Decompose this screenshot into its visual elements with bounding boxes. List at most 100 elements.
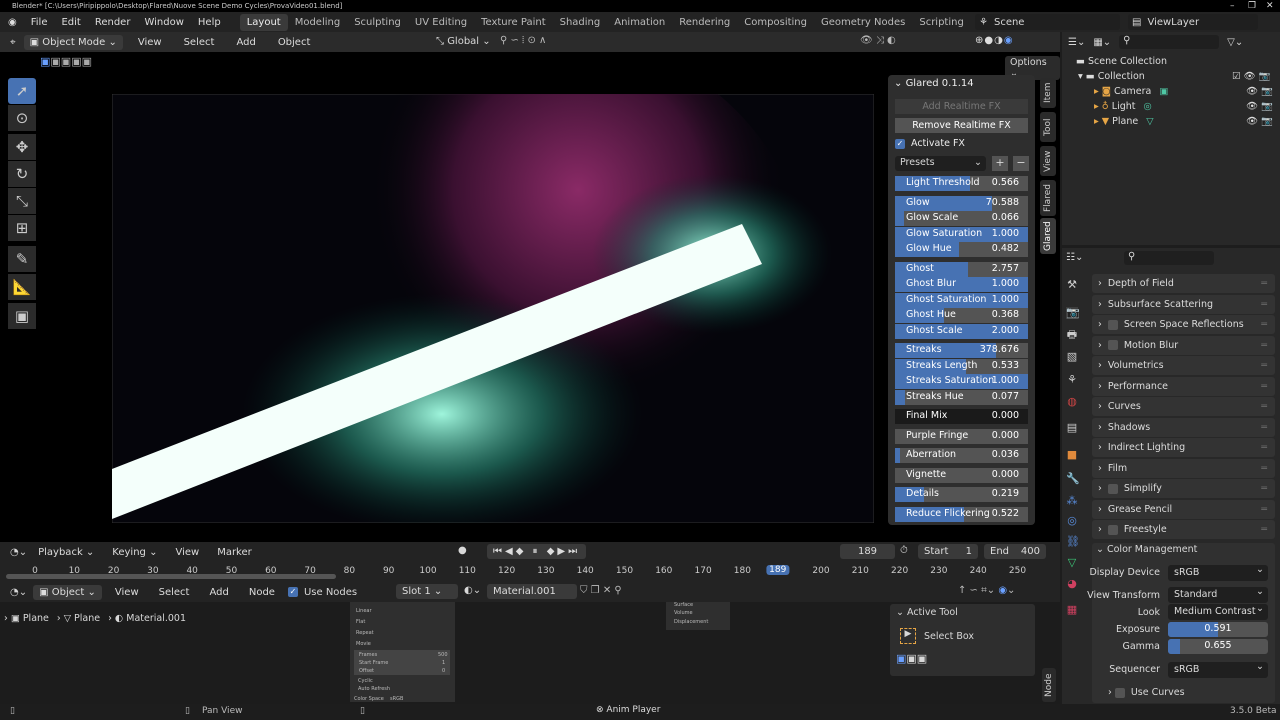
selection-mode-icons[interactable]: ▣▣▣▣▣ xyxy=(40,55,108,69)
node-editor-tools-icons[interactable]: ↑ ∽ ⌗⌄ ◉⌄ xyxy=(958,585,1015,596)
output-icon[interactable]: 🖶 xyxy=(1066,329,1078,341)
tab-node[interactable]: Node xyxy=(1042,668,1056,702)
slider-ghost[interactable]: Ghost 2.757 xyxy=(895,261,1028,277)
render-icon[interactable]: 📷 xyxy=(1066,307,1080,319)
drag-handle-icon[interactable]: ═ xyxy=(1261,483,1267,494)
slider-glow-scale[interactable]: Glow Scale 0.066 xyxy=(895,211,1028,226)
blender-logo-icon[interactable]: ◉ xyxy=(0,17,24,28)
panel-grease-pencil[interactable]: › Grease Pencil ═ xyxy=(1092,499,1275,519)
menu-node[interactable]: Node xyxy=(242,587,282,598)
drag-handle-icon[interactable]: ═ xyxy=(1261,340,1267,351)
annotate-icon[interactable]: ✎ xyxy=(8,246,36,272)
current-frame-indicator[interactable]: 189 xyxy=(766,565,790,575)
panel-freestyle[interactable]: › Freestyle ═ xyxy=(1092,520,1275,539)
slider-streaks-saturation[interactable]: Streaks Saturation 1.000 xyxy=(895,374,1028,389)
object-icon[interactable]: ■ xyxy=(1066,449,1078,461)
slider-vignette[interactable]: Vignette 0.000 xyxy=(895,467,1028,483)
slider-ghost-hue[interactable]: Ghost Hue 0.368 xyxy=(895,308,1028,323)
panel-checkbox[interactable] xyxy=(1107,340,1118,350)
move-icon[interactable]: ✥ xyxy=(8,134,36,160)
start-frame-value[interactable]: 1 xyxy=(442,660,445,666)
display-device-dropdown[interactable]: sRGB xyxy=(1168,564,1268,581)
panel-performance[interactable]: › Performance ═ xyxy=(1092,376,1275,396)
tab-animation[interactable]: Animation xyxy=(607,14,672,31)
minimize-button[interactable]: – xyxy=(1230,0,1235,12)
drag-handle-icon[interactable]: ═ xyxy=(1261,524,1267,535)
slider-ghost-blur[interactable]: Ghost Blur 1.000 xyxy=(895,277,1028,292)
object-type-dropdown[interactable]: ▣ Object ⌄ xyxy=(33,584,102,600)
slider-aberration[interactable]: Aberration 0.036 xyxy=(895,448,1028,463)
drag-handle-icon[interactable]: ═ xyxy=(1261,319,1267,330)
editor-type-icon[interactable]: ◔⌄ xyxy=(10,587,27,598)
end-frame-field[interactable]: End 400 xyxy=(984,544,1046,559)
preset-add-button[interactable]: + xyxy=(992,156,1008,171)
current-frame-field[interactable]: 189 xyxy=(840,544,895,559)
panel-checkbox[interactable] xyxy=(1107,524,1118,535)
color-space-value[interactable]: sRGB xyxy=(390,696,403,702)
outliner-scene-collection[interactable]: ▬ Scene Collection xyxy=(1062,54,1280,69)
outliner-collection[interactable]: ▾ ▬ Collection ☑ 👁 📷 xyxy=(1062,69,1280,84)
shader-editor[interactable]: ◔⌄ ▣ Object ⌄ View Select Add Node ✓ Use … xyxy=(0,582,1060,704)
panel-film[interactable]: › Film ═ xyxy=(1092,458,1275,478)
editor-type-icon[interactable]: ☷⌄ xyxy=(1066,252,1083,263)
view-layer-selector[interactable]: ▤ ViewLayer xyxy=(1128,14,1258,30)
look-dropdown[interactable]: Medium Contrast xyxy=(1168,603,1268,620)
world-icon[interactable]: ◍ xyxy=(1066,396,1078,408)
menu-help[interactable]: Help xyxy=(191,17,228,28)
select-box-icon[interactable]: ➚ xyxy=(8,78,36,104)
slider-glow-hue[interactable]: Glow Hue 0.482 xyxy=(895,242,1028,257)
visibility-icons[interactable]: 👁 📷 xyxy=(1246,86,1273,97)
drag-handle-icon[interactable]: ═ xyxy=(1261,442,1267,453)
slider-purple-fringe[interactable]: Purple Fringe 0.000 xyxy=(895,428,1028,444)
slider-glow[interactable]: Glow 70.588 xyxy=(895,195,1028,211)
material-output-node[interactable]: Surface Volume Displacement xyxy=(666,602,730,630)
panel-checkbox[interactable] xyxy=(1107,483,1118,494)
color-management-header[interactable]: ⌄ Color Management xyxy=(1096,544,1197,555)
drag-handle-icon[interactable]: ═ xyxy=(1261,360,1267,371)
mode-dropdown[interactable]: ▣ Object Mode ⌄ xyxy=(23,34,123,50)
collection-icon[interactable]: ▤ xyxy=(1066,422,1078,434)
selection-mode-icons[interactable]: ▣▣▣ xyxy=(896,652,927,665)
filter-view-icon[interactable]: ▦⌄ xyxy=(1093,37,1111,48)
drag-handle-icon[interactable]: ═ xyxy=(1261,463,1267,474)
cyclic-checkbox[interactable]: Cyclic xyxy=(358,678,373,684)
display-mode-icon[interactable]: ☰⌄ xyxy=(1068,37,1085,48)
close-window-button[interactable]: ✕ xyxy=(1266,0,1274,12)
presets-dropdown[interactable]: Presets ⌄ xyxy=(895,156,986,171)
extension-dropdown[interactable]: Repeat xyxy=(356,630,374,636)
slider-streaks-length[interactable]: Streaks Length 0.533 xyxy=(895,358,1028,374)
material-actions-icons[interactable]: ⛉ ❐ ✕ ⚲ xyxy=(580,585,622,596)
menu-select[interactable]: Select xyxy=(152,587,197,598)
menu-view[interactable]: View xyxy=(131,37,169,48)
slider-ghost-saturation[interactable]: Ghost Saturation 1.000 xyxy=(895,292,1028,308)
menu-view[interactable]: View xyxy=(108,587,146,598)
drag-handle-icon[interactable]: ═ xyxy=(1261,401,1267,412)
sequencer-dropdown[interactable]: sRGB xyxy=(1168,661,1268,678)
menu-select[interactable]: Select xyxy=(177,37,222,48)
slider-streaks-hue[interactable]: Streaks Hue 0.077 xyxy=(895,389,1028,405)
breadcrumb-mesh[interactable]: › ▽ Plane xyxy=(57,613,100,624)
menu-view[interactable]: View xyxy=(168,547,206,558)
volume-socket[interactable]: Volume xyxy=(674,610,693,616)
constraints-icon[interactable]: ⛓ xyxy=(1066,536,1080,548)
tab-scripting[interactable]: Scripting xyxy=(912,14,970,31)
tab-layout[interactable]: Layout xyxy=(239,13,288,31)
add-realtime-fx-button[interactable]: Add Realtime FX xyxy=(895,99,1028,114)
menu-playback[interactable]: Playback ⌄ xyxy=(31,547,101,558)
slider-glow-saturation[interactable]: Glow Saturation 1.000 xyxy=(895,226,1028,242)
view-layer-icon[interactable]: ▧ xyxy=(1066,351,1078,363)
menu-object[interactable]: Object xyxy=(271,37,318,48)
panel-depth-of-field[interactable]: › Depth of Field ═ xyxy=(1092,274,1275,293)
breadcrumb-material[interactable]: › ◐ Material.001 xyxy=(108,613,186,624)
properties-search-input[interactable]: ⚲ xyxy=(1124,251,1214,265)
menu-add[interactable]: Add xyxy=(229,37,262,48)
drag-handle-icon[interactable]: ═ xyxy=(1261,299,1267,310)
exposure-slider[interactable]: 0.591 xyxy=(1168,622,1268,637)
tool-icon[interactable]: ⚒ xyxy=(1066,279,1078,291)
measure-icon[interactable]: 📐 xyxy=(8,274,36,300)
scene-icon[interactable]: ⚘ xyxy=(1066,374,1078,386)
outliner-plane[interactable]: ▸ ▼ Plane ▽ 👁 📷 xyxy=(1062,114,1280,129)
editor-type-icon[interactable]: ◔⌄ xyxy=(10,547,27,558)
panel-subsurface-scattering[interactable]: › Subsurface Scattering ═ xyxy=(1092,294,1275,314)
slider-streaks[interactable]: Streaks 378.676 xyxy=(895,343,1028,358)
